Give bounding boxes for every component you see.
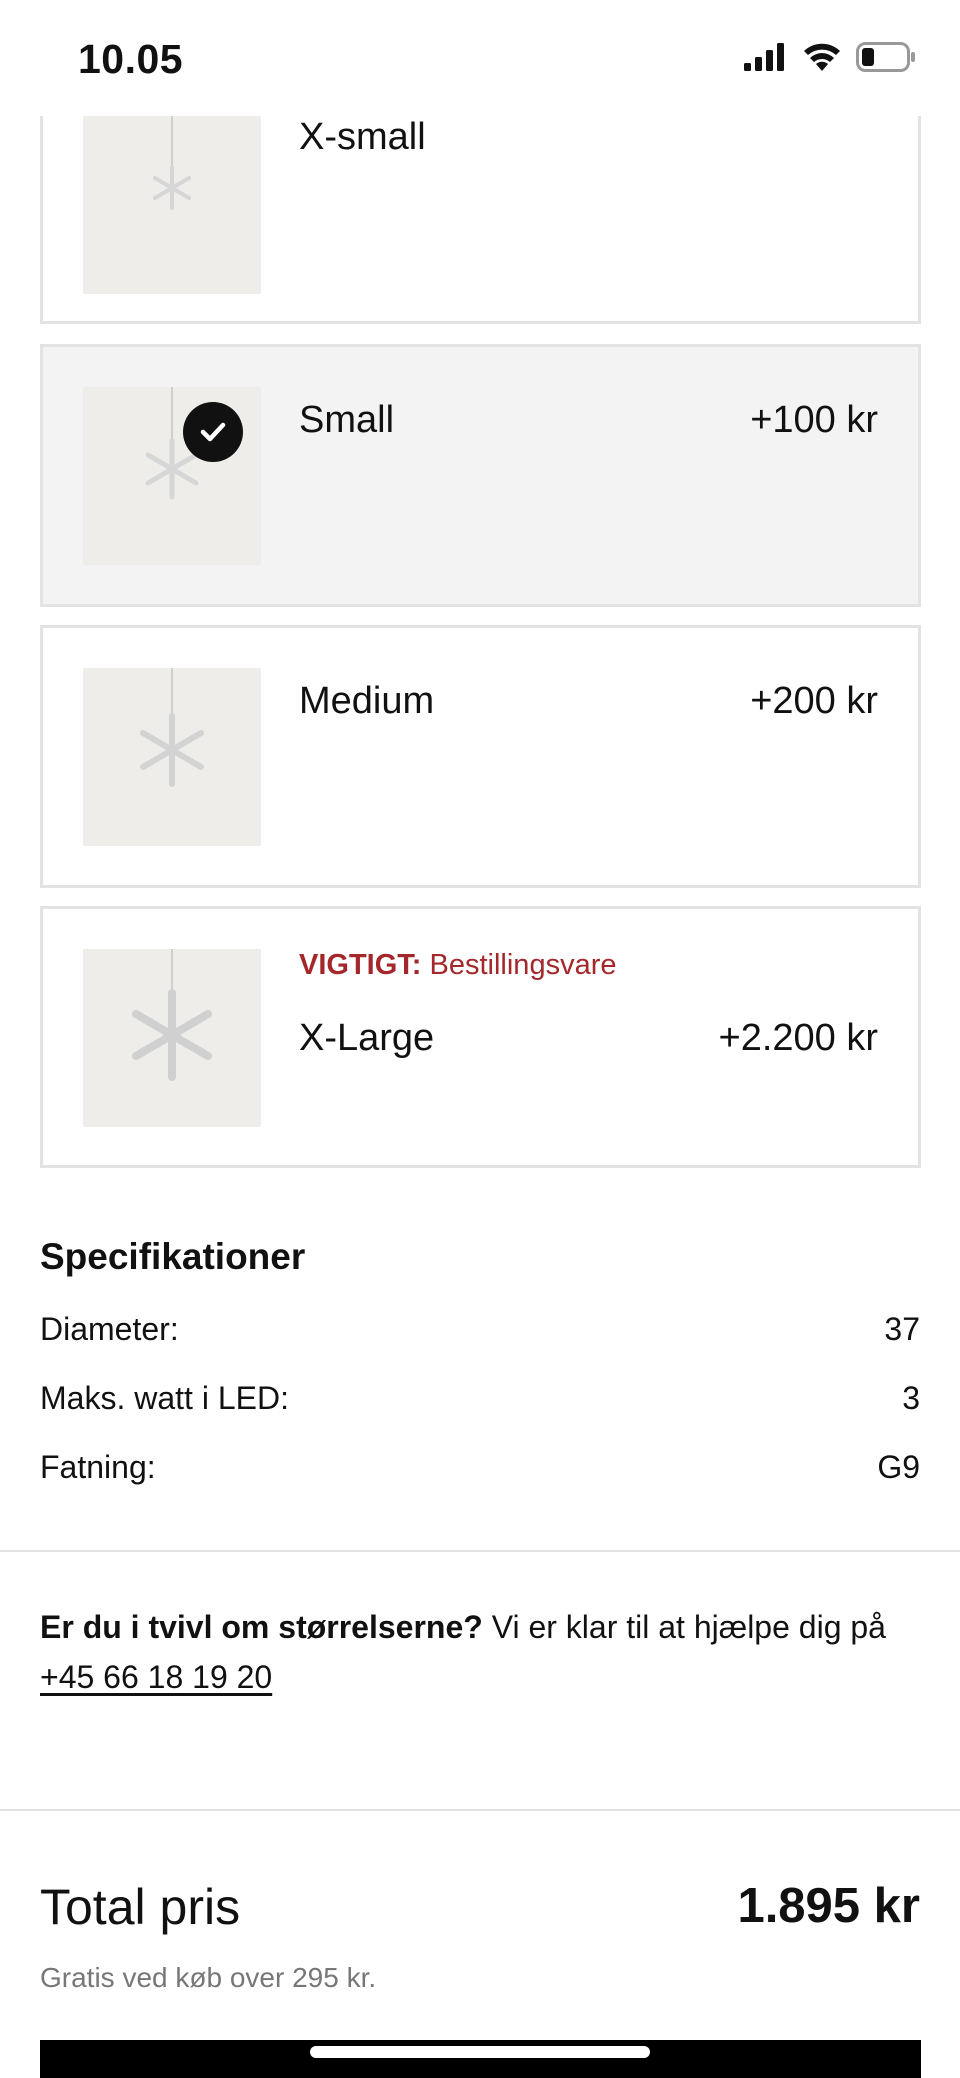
cellular-signal-icon <box>744 43 788 76</box>
snowflake-lamp-image <box>83 949 261 1127</box>
option-name: X-small <box>299 116 426 158</box>
option-price: +100 kr <box>750 399 878 441</box>
option-card-small[interactable]: Small +100 kr <box>40 344 921 607</box>
size-help-text: Er du i tvivl om størrelserne? Vi er kla… <box>40 1602 930 1702</box>
shipping-note: Gratis ved køb over 295 kr. <box>40 1962 377 1993</box>
option-card-medium[interactable]: Medium +200 kr <box>40 625 921 888</box>
total-price: 1.895 kr <box>737 1879 920 1933</box>
order-item-notice: VIGTIGT: Bestillingsvare <box>299 949 616 982</box>
phone-link[interactable]: +45 66 18 19 20 <box>40 1659 272 1695</box>
help-body: Vi er klar til at hjælpe dig på <box>482 1609 886 1645</box>
status-bar: 10.05 <box>0 0 960 116</box>
wifi-icon <box>802 42 842 77</box>
snowflake-lamp-image <box>83 668 261 846</box>
spec-row: Maks. watt i LED: 3 <box>40 1380 920 1417</box>
status-icons <box>744 42 916 77</box>
snowflake-lamp-image <box>83 116 261 294</box>
notice-text: Bestillingsvare <box>421 949 617 981</box>
option-name: X-Large <box>299 1017 435 1059</box>
option-price: +2.200 kr <box>718 1017 879 1059</box>
help-question: Er du i tvivl om størrelserne? <box>40 1609 483 1645</box>
specifications-title: Specifikationer <box>40 1236 306 1277</box>
divider <box>0 1550 960 1552</box>
spec-value: 3 <box>902 1380 920 1416</box>
spec-row: Diameter: 37 <box>40 1311 920 1348</box>
total-label: Total pris <box>40 1879 241 1935</box>
option-name: Small <box>299 399 395 441</box>
spec-label: Diameter: <box>40 1311 179 1347</box>
option-name: Medium <box>299 680 435 722</box>
option-card-x-large[interactable]: VIGTIGT: Bestillingsvare X-Large +2.200 … <box>40 906 921 1168</box>
divider <box>0 1809 960 1811</box>
option-price: +200 kr <box>750 680 878 722</box>
battery-icon <box>856 42 916 77</box>
spec-label: Fatning: <box>40 1449 156 1485</box>
spec-value: 37 <box>884 1311 920 1347</box>
selected-check-icon <box>183 402 243 462</box>
spec-label: Maks. watt i LED: <box>40 1380 289 1416</box>
home-indicator <box>310 2046 650 2058</box>
notice-label: VIGTIGT: <box>299 949 422 981</box>
status-time: 10.05 <box>78 36 184 82</box>
spec-row: Fatning: G9 <box>40 1449 920 1486</box>
spec-value: G9 <box>877 1449 920 1485</box>
